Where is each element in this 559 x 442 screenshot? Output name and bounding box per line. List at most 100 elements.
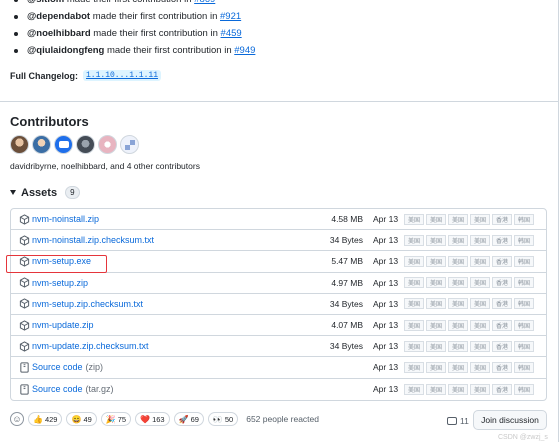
assets-toggle[interactable]: Assets 9 xyxy=(10,186,80,199)
mirror-badge[interactable]: 韩国 xyxy=(514,340,534,352)
reaction-button[interactable]: ❤️ 163 xyxy=(135,412,170,426)
asset-link[interactable]: Source code (tar.gz) xyxy=(11,384,311,395)
mirror-badge[interactable]: 美国 xyxy=(470,277,490,289)
avatar[interactable] xyxy=(76,135,95,154)
mirror-badge[interactable]: 香港 xyxy=(492,213,512,225)
assets-list: nvm-noinstall.zip 4.58 MB Apr 13 美国 美国 美国 美国 香港… xyxy=(10,208,547,401)
mirror-badge[interactable]: 美国 xyxy=(404,298,424,310)
mirror-badge[interactable]: 美国 xyxy=(448,361,468,373)
asset-link[interactable]: nvm-setup.zip.checksum.txt xyxy=(11,298,311,310)
changelog-label: Full Changelog: xyxy=(10,70,78,81)
mirror-badge[interactable]: 韩国 xyxy=(514,319,534,331)
avatar[interactable] xyxy=(54,135,73,154)
mirror-badge[interactable]: 韩国 xyxy=(514,234,534,246)
mirror-badge[interactable]: 美国 xyxy=(404,383,424,395)
pr-link[interactable]: #949 xyxy=(234,42,255,59)
mirror-badge[interactable]: 香港 xyxy=(492,277,512,289)
mirror-badge[interactable]: 美国 xyxy=(448,255,468,267)
mirror-badge[interactable]: 韩国 xyxy=(514,298,534,310)
mirror-badge[interactable]: 美国 xyxy=(426,277,446,289)
mirror-badge[interactable]: 美国 xyxy=(404,361,424,373)
reaction-button[interactable]: 🚀 69 xyxy=(173,412,204,426)
mirror-badge[interactable]: 美国 xyxy=(404,234,424,246)
user-mention[interactable]: @sitiom xyxy=(27,0,64,8)
asset-size: 34 Bytes xyxy=(329,341,363,352)
mirror-badge[interactable]: 美国 xyxy=(470,234,490,246)
mirror-badge[interactable]: 香港 xyxy=(492,298,512,310)
mirror-badge[interactable]: 美国 xyxy=(404,213,424,225)
reaction-button[interactable]: 😄 49 xyxy=(66,412,97,426)
mirror-badge[interactable]: 香港 xyxy=(492,340,512,352)
avatar[interactable] xyxy=(98,135,117,154)
reaction-button[interactable]: 👍 429 xyxy=(28,412,63,426)
mirror-badge[interactable]: 美国 xyxy=(426,298,446,310)
asset-link[interactable]: nvm-update.zip xyxy=(11,319,311,331)
avatar[interactable] xyxy=(10,135,29,154)
mirror-badge[interactable]: 韩国 xyxy=(514,213,534,225)
mirror-badge[interactable]: 美国 xyxy=(448,213,468,225)
mirror-badges: 美国 美国 美国 美国 香港 韩国 xyxy=(404,234,534,246)
compare-link[interactable]: 1.1.10...1.1.11 xyxy=(83,70,162,81)
add-reaction-icon[interactable]: ☺ xyxy=(10,412,24,426)
mirror-badge[interactable]: 美国 xyxy=(426,383,446,395)
mirror-badge[interactable]: 美国 xyxy=(426,340,446,352)
mirror-badges: 美国 美国 美国 美国 香港 韩国 xyxy=(404,319,534,331)
mirror-badge[interactable]: 韩国 xyxy=(514,277,534,289)
asset-link[interactable]: Source code (zip) xyxy=(11,362,311,373)
mirror-badge[interactable]: 美国 xyxy=(470,361,490,373)
mirror-badge[interactable]: 美国 xyxy=(426,213,446,225)
mirror-badge[interactable]: 香港 xyxy=(492,383,512,395)
comment-count[interactable]: 11 xyxy=(447,416,469,426)
mirror-badge[interactable]: 美国 xyxy=(448,340,468,352)
mirror-badge[interactable]: 美国 xyxy=(448,277,468,289)
asset-link[interactable]: nvm-noinstall.zip.checksum.txt xyxy=(11,235,311,246)
mirror-badge[interactable]: 美国 xyxy=(470,340,490,352)
asset-row: nvm-setup.zip 4.97 MB Apr 13 美国 美国 美国 美国 香港 韩国 xyxy=(11,273,546,294)
join-discussion-button[interactable]: Join discussion xyxy=(473,410,547,430)
user-mention[interactable]: @qiulaidongfeng xyxy=(27,42,104,59)
avatar[interactable] xyxy=(32,135,51,154)
pr-link[interactable]: #921 xyxy=(220,8,241,25)
contributors-heading: Contributors xyxy=(10,114,89,129)
mirror-badge[interactable]: 韩国 xyxy=(514,383,534,395)
asset-link[interactable]: nvm-setup.zip xyxy=(11,277,311,288)
mirror-badge[interactable]: 美国 xyxy=(404,340,424,352)
asset-row: Source code (tar.gz) Apr 13 美国 美国 美国 美国 香港 韩国 xyxy=(11,379,546,400)
mirror-badge[interactable]: 香港 xyxy=(492,234,512,246)
mirror-badge[interactable]: 美国 xyxy=(470,213,490,225)
mirror-badge[interactable]: 香港 xyxy=(492,255,512,267)
avatar[interactable] xyxy=(120,135,139,154)
comment-icon xyxy=(447,417,457,425)
mirror-badge[interactable]: 美国 xyxy=(426,234,446,246)
pr-link[interactable]: #459 xyxy=(221,25,242,42)
mirror-badge[interactable]: 美国 xyxy=(470,319,490,331)
mirror-badge[interactable]: 韩国 xyxy=(514,361,534,373)
mirror-badge[interactable]: 美国 xyxy=(448,319,468,331)
mirror-badge[interactable]: 香港 xyxy=(492,361,512,373)
mirror-badge[interactable]: 美国 xyxy=(404,277,424,289)
reaction-button[interactable]: 👀 50 xyxy=(207,412,239,426)
mirror-badge[interactable]: 美国 xyxy=(470,383,490,395)
mirror-badge[interactable]: 韩国 xyxy=(514,255,534,267)
asset-link[interactable]: nvm-update.zip.checksum.txt xyxy=(11,341,311,352)
mirror-badge[interactable]: 香港 xyxy=(492,319,512,331)
mirror-badge[interactable]: 美国 xyxy=(404,319,424,331)
contributor-avatars xyxy=(10,135,139,154)
asset-link[interactable]: nvm-noinstall.zip xyxy=(11,213,311,225)
mirror-badge[interactable]: 美国 xyxy=(448,298,468,310)
mirror-badge[interactable]: 美国 xyxy=(404,255,424,267)
mirror-badge[interactable]: 美国 xyxy=(426,319,446,331)
asset-name: nvm-noinstall.zip xyxy=(32,214,100,225)
reaction-count: 69 xyxy=(190,414,199,424)
user-mention[interactable]: @dependabot xyxy=(27,8,90,25)
mirror-badge[interactable]: 美国 xyxy=(470,298,490,310)
mirror-badge[interactable]: 美国 xyxy=(426,361,446,373)
reaction-button[interactable]: 🎉 75 xyxy=(100,412,132,426)
pr-link[interactable]: #869 xyxy=(194,0,215,8)
mirror-badge[interactable]: 美国 xyxy=(448,234,468,246)
list-item: @sitiom made their first contribution in… xyxy=(14,0,255,8)
mirror-badge[interactable]: 美国 xyxy=(448,383,468,395)
mirror-badge[interactable]: 美国 xyxy=(426,255,446,267)
user-mention[interactable]: @noelhibbard xyxy=(27,25,91,42)
mirror-badge[interactable]: 美国 xyxy=(470,255,490,267)
